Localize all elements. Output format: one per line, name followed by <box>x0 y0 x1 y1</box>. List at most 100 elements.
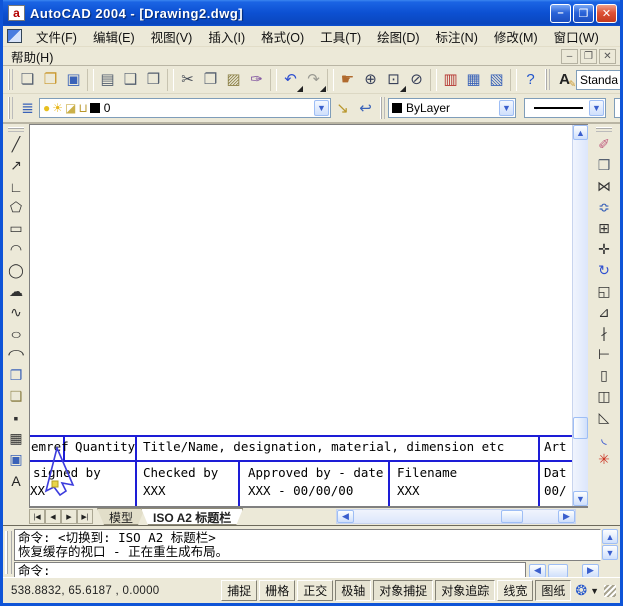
mtext-icon[interactable]: A <box>5 470 27 491</box>
sep[interactable]: ◢ <box>270 68 277 91</box>
tab-model[interactable]: 模型 <box>97 508 145 525</box>
fillet-icon[interactable]: ◟ <box>593 428 615 449</box>
zoom-realtime-icon[interactable]: ⊕ ◢ <box>359 68 382 91</box>
sep[interactable]: ◢ <box>167 68 174 91</box>
line-icon[interactable]: ╱ <box>5 134 27 155</box>
zoom-previous-icon[interactable]: ⊘ ◢ <box>405 68 428 91</box>
array-icon[interactable]: ⊞ <box>593 218 615 239</box>
polygon-icon[interactable]: ⬠ <box>5 197 27 218</box>
linetype-combo[interactable]: ▼ <box>524 98 606 118</box>
zoom-window-icon[interactable]: ⊡ ◢ <box>382 68 406 93</box>
horizontal-scroll-thumb[interactable] <box>548 563 568 578</box>
menu-item[interactable]: 标注(N) <box>428 25 486 48</box>
toolbar-grip[interactable] <box>8 68 13 91</box>
linetype-combo-dropdown-icon[interactable]: ▼ <box>589 100 604 116</box>
break-icon[interactable]: ◫ <box>593 386 615 407</box>
sep[interactable]: ◢ <box>87 68 94 91</box>
mdi-minimize-button[interactable]: – <box>561 48 578 64</box>
rectangle-icon[interactable]: ▭ <box>5 218 27 239</box>
lineweight-combo[interactable] <box>614 98 620 118</box>
new-file-icon[interactable]: ❏ ◢ <box>16 68 39 91</box>
ellipse-icon[interactable]: ○ <box>5 323 27 344</box>
chamfer-icon[interactable]: ◺ <box>593 407 615 428</box>
scroll-up-icon[interactable]: ▲ <box>602 529 618 544</box>
ellipse-arc-icon[interactable]: ◠ <box>5 344 27 365</box>
help-icon[interactable]: ? ◢ <box>519 68 542 91</box>
canvas-horizontal-scrollbar[interactable]: ◀ ▶ <box>336 509 576 524</box>
trim-icon[interactable]: ∤ <box>593 323 615 344</box>
vertical-scroll-thumb[interactable] <box>573 417 588 440</box>
offset-icon[interactable]: ≎ <box>593 197 615 218</box>
move-icon[interactable]: ✛ <box>593 239 615 260</box>
plot-preview-icon[interactable]: ❑ ◢ <box>119 68 142 91</box>
scroll-right-icon[interactable]: ▶ <box>558 510 575 523</box>
tool-palettes-icon[interactable]: ▧ ◢ <box>485 68 508 91</box>
toolbar-grip[interactable] <box>8 127 24 132</box>
close-button[interactable]: ✕ <box>596 3 617 23</box>
toolbar-grip[interactable] <box>596 127 612 132</box>
arc-icon[interactable]: ◠ <box>5 239 27 260</box>
scroll-left-icon[interactable]: ◀ <box>529 563 546 578</box>
command-window-grip[interactable] <box>5 531 12 574</box>
layer-manager-icon[interactable]: ≣ <box>16 97 39 120</box>
copy-icon[interactable]: ❐ ◢ <box>199 68 222 91</box>
toggle-otrack[interactable]: 对象追踪 <box>435 580 496 601</box>
layer-previous-icon[interactable]: ↩ <box>354 97 377 120</box>
scroll-down-icon[interactable]: ▼ <box>573 491 588 506</box>
text-style-combo[interactable]: Standa <box>576 69 620 90</box>
toggle-ortho[interactable]: 正交 <box>297 580 334 601</box>
mirror-icon[interactable]: ⋈ <box>593 176 615 197</box>
make-object-layer-current-icon[interactable]: ↘ <box>331 97 354 120</box>
resize-grip[interactable] <box>604 584 616 597</box>
vertical-scroll-track[interactable] <box>573 140 588 491</box>
canvas-vertical-scrollbar[interactable]: ▲ ▼ <box>572 125 588 506</box>
scroll-left-icon[interactable]: ◀ <box>337 510 354 523</box>
tab-iso-a2-titleblock[interactable]: ISO A2 标题栏 <box>141 508 243 525</box>
menu-item[interactable]: 帮助(H) <box>3 45 61 68</box>
sep[interactable]: ◢ <box>510 68 517 91</box>
toggle-grid[interactable]: 栅格 <box>259 580 296 601</box>
toggle-lineweight[interactable]: 线宽 <box>497 580 534 601</box>
erase-icon[interactable]: ✐ <box>593 134 615 155</box>
insert-block-icon[interactable]: ❐ <box>5 365 27 386</box>
point-icon[interactable]: ▪ <box>5 407 27 428</box>
toolbar-grip[interactable] <box>380 96 385 120</box>
mdi-restore-button[interactable]: ❐ <box>580 48 597 64</box>
region-icon[interactable]: ▣ <box>5 449 27 470</box>
extend-icon[interactable]: ⊢ <box>593 344 615 365</box>
break-at-point-icon[interactable]: ▯ <box>593 365 615 386</box>
rotate-icon[interactable]: ↻ <box>593 260 615 281</box>
menu-item[interactable]: 插入(I) <box>200 25 253 48</box>
publish-icon[interactable]: ❒ ◢ <box>142 68 165 91</box>
menu-item[interactable]: 视图(V) <box>143 25 201 48</box>
layer-combo-dropdown-icon[interactable]: ▼ <box>314 100 329 116</box>
communication-center-icon[interactable]: ❂ <box>575 582 587 599</box>
revcloud-icon[interactable]: ☁ <box>5 281 27 302</box>
scale-icon[interactable]: ◱ <box>593 281 615 302</box>
tab-nav-button[interactable]: ◀ <box>45 509 61 524</box>
properties-icon[interactable]: ▥ ◢ <box>439 68 462 91</box>
paste-icon[interactable]: ▨ ◢ <box>222 68 245 91</box>
open-icon[interactable]: ❐ ◢ <box>39 68 62 91</box>
toolbar-grip[interactable] <box>545 68 550 91</box>
menu-item[interactable]: 绘图(D) <box>369 25 427 48</box>
scroll-down-icon[interactable]: ▼ <box>602 545 618 560</box>
toolbar-grip[interactable] <box>8 96 13 120</box>
sep[interactable]: ◢ <box>430 68 437 91</box>
undo-icon[interactable]: ↶ ◢ <box>279 68 303 93</box>
copy-object-icon[interactable]: ❒ <box>593 155 615 176</box>
tab-nav-button[interactable]: ▶| <box>77 509 93 524</box>
command-horizontal-scrollbar[interactable]: ◀ ▶ <box>526 563 618 578</box>
maximize-button[interactable]: ❐ <box>573 3 594 23</box>
stretch-icon[interactable]: ⊿ <box>593 302 615 323</box>
layer-freeze-viewport-icon[interactable]: ◪ <box>65 102 76 114</box>
sep[interactable]: ◢ <box>327 68 334 91</box>
scroll-right-icon[interactable]: ▶ <box>582 563 599 578</box>
color-combo[interactable]: ByLayer ▼ <box>388 98 516 118</box>
command-history[interactable]: 命令: <切换到: ISO A2 标题栏> 恢复缓存的视口 - 正在重生成布局。 <box>14 529 601 561</box>
horizontal-scroll-thumb[interactable] <box>500 510 523 523</box>
menu-item[interactable]: 格式(O) <box>253 25 312 48</box>
toggle-paper[interactable]: 图纸 <box>535 580 572 601</box>
layer-combo[interactable]: ● ☀ ◪ ⊔ 0 ▼ <box>39 98 331 118</box>
match-properties-icon[interactable]: ✑ ◢ <box>245 68 268 91</box>
